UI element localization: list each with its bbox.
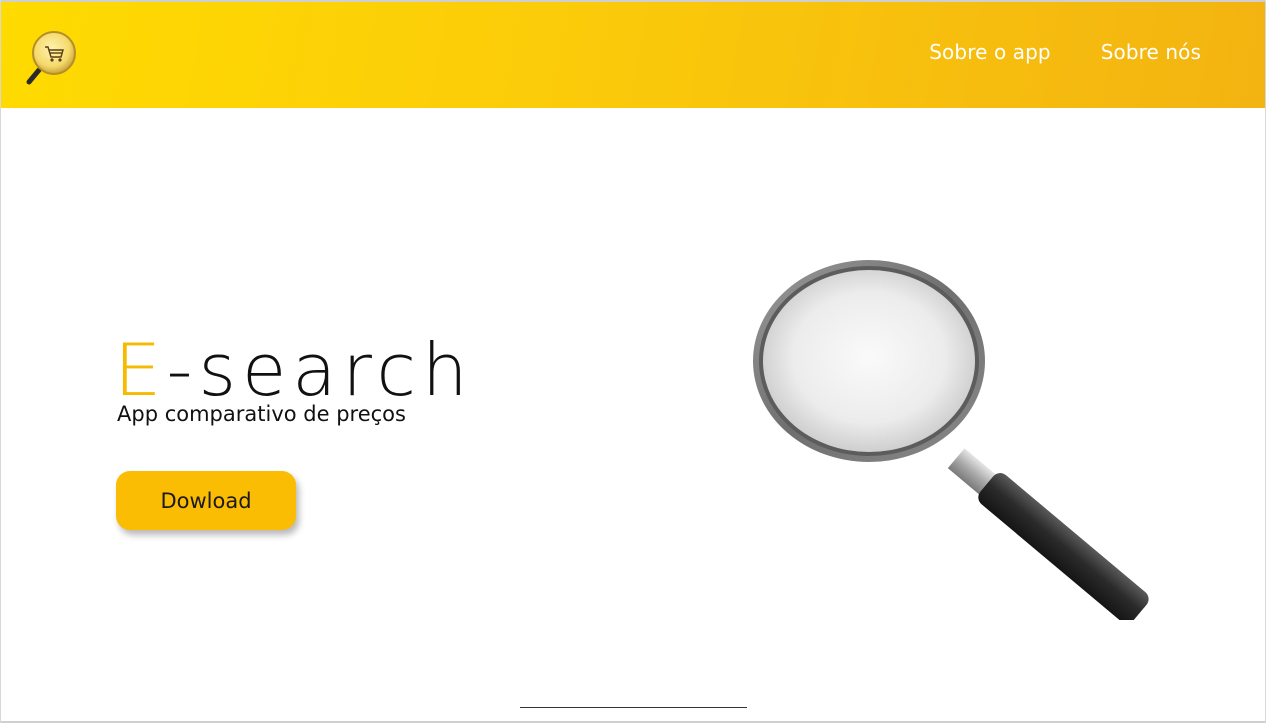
hero-title: E-search bbox=[113, 328, 474, 413]
hero-title-rest: -search bbox=[166, 328, 474, 413]
magnifier-svg bbox=[753, 260, 1149, 624]
download-button[interactable]: Dowload bbox=[116, 471, 296, 530]
bottom-divider bbox=[520, 707, 747, 708]
hero-subtitle: App comparativo de preços bbox=[117, 402, 406, 426]
nav-link-sobre-o-app[interactable]: Sobre o app bbox=[929, 40, 1050, 64]
magnifying-glass-icon bbox=[741, 250, 1161, 624]
nav-link-sobre-nos[interactable]: Sobre nós bbox=[1101, 40, 1201, 64]
logo-svg bbox=[26, 31, 76, 85]
main-nav: Sobre o app Sobre nós bbox=[929, 40, 1201, 64]
navbar: Sobre o app Sobre nós bbox=[1, 2, 1265, 108]
hero-title-accent: E bbox=[113, 328, 168, 413]
page-frame: Sobre o app Sobre nós E-search App compa… bbox=[0, 0, 1266, 723]
logo-magnifier-cart-icon[interactable] bbox=[25, 28, 85, 88]
